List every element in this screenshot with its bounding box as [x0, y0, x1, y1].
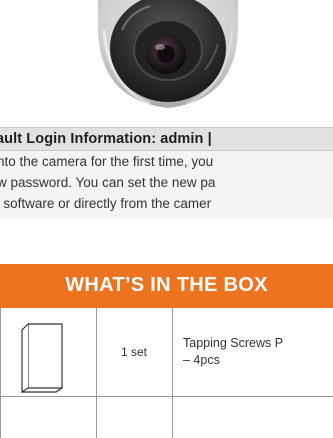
table-divider: [96, 397, 97, 438]
instruction-line: nto the camera for the first time, you: [0, 154, 214, 169]
item-description-line: – 4pcs: [183, 353, 220, 367]
item-description-line: Tapping Screws P: [183, 336, 284, 350]
table-row: [0, 397, 333, 438]
table-row: 1 set Tapping Screws P – 4pcs: [0, 308, 333, 438]
item-quantity: 1 set: [120, 345, 147, 359]
default-login-banner: ault Login Information: admin |: [0, 127, 333, 151]
manual-booklet-icon: [21, 323, 63, 394]
item-description: Tapping Screws P – 4pcs: [183, 335, 333, 369]
login-info-heading: ault Login Information: admin |: [0, 131, 212, 147]
table-divider: [172, 397, 173, 438]
dome-camera-image: [98, 0, 238, 108]
instruction-line: ' software or directly from the camer: [0, 196, 212, 211]
login-instructions: nto the camera for the first time, you w…: [0, 151, 333, 219]
whats-in-box-header: WHAT’S IN THE BOX: [0, 264, 333, 308]
table-border: [0, 397, 1, 438]
instruction-line: w password. You can set the new pa: [0, 175, 216, 190]
camera-photo: [0, 0, 333, 112]
whats-in-box-title: WHAT’S IN THE BOX: [65, 274, 268, 296]
item-icon-cell: [0, 308, 96, 396]
